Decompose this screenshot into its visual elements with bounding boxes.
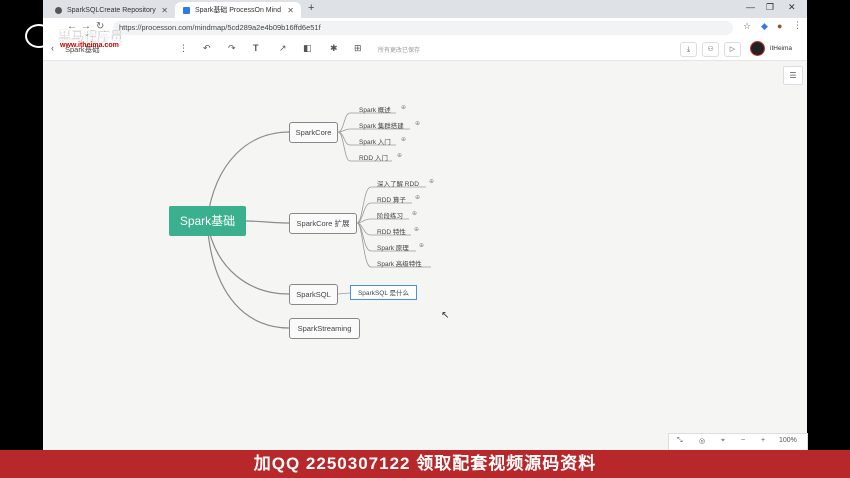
- leaf-node[interactable]: 阶段练习: [377, 210, 403, 220]
- mouse-cursor-icon: ↖: [441, 310, 450, 321]
- mindmap-connectors: [206, 112, 431, 329]
- leaf-node[interactable]: RDD 入门: [359, 152, 388, 162]
- expand-icon[interactable]: ⊕: [414, 226, 419, 233]
- view-icon[interactable]: ◎: [699, 437, 705, 445]
- expand-icon[interactable]: ⊕: [401, 136, 406, 143]
- leaf-node[interactable]: 深入了解 RDD: [377, 178, 419, 188]
- branch-node-sparksql[interactable]: SparkSQL: [289, 284, 338, 305]
- leaf-node[interactable]: Spark 高级特性: [377, 258, 422, 268]
- expand-icon[interactable]: ⊕: [401, 104, 406, 111]
- settings-panel-button[interactable]: ☰: [783, 66, 803, 85]
- branch-node-sparkcore-ext[interactable]: SparkCore 扩展: [289, 213, 357, 234]
- zoom-level: 100%: [779, 437, 797, 444]
- expand-icon[interactable]: ⊕: [415, 194, 420, 201]
- promo-banner: 加QQ 2250307122 领取配套视频源码资料: [0, 450, 850, 478]
- fit-screen-icon[interactable]: ⤡: [677, 437, 683, 445]
- leaf-node[interactable]: RDD 特性: [377, 226, 406, 236]
- selected-leaf-node[interactable]: SparkSQL 是什么: [350, 285, 417, 300]
- expand-icon[interactable]: ⊕: [397, 152, 402, 159]
- branch-node-sparkstreaming[interactable]: SparkStreaming: [289, 318, 360, 339]
- location-icon[interactable]: ⌖: [721, 437, 725, 445]
- expand-icon[interactable]: ⊕: [412, 210, 417, 217]
- leaf-node[interactable]: RDD 算子: [377, 194, 406, 204]
- expand-icon[interactable]: ⊕: [419, 242, 424, 249]
- brand-logo-icon: [25, 24, 53, 48]
- leaf-node[interactable]: Spark 概述: [359, 104, 391, 114]
- leaf-node[interactable]: Spark 原理: [377, 242, 409, 252]
- zoom-out-button[interactable]: −: [741, 437, 745, 444]
- branch-node-sparkcore[interactable]: SparkCore: [289, 122, 338, 143]
- expand-icon[interactable]: ⊕: [429, 178, 434, 185]
- zoom-in-button[interactable]: +: [761, 437, 765, 444]
- leaf-node[interactable]: Spark 集群搭建: [359, 120, 404, 130]
- mindmap-root-node[interactable]: Spark基础: [169, 206, 246, 236]
- leaf-node[interactable]: Spark 入门: [359, 136, 391, 146]
- watermark-site: www.itheima.com: [60, 42, 119, 49]
- expand-icon[interactable]: ⊕: [415, 120, 420, 127]
